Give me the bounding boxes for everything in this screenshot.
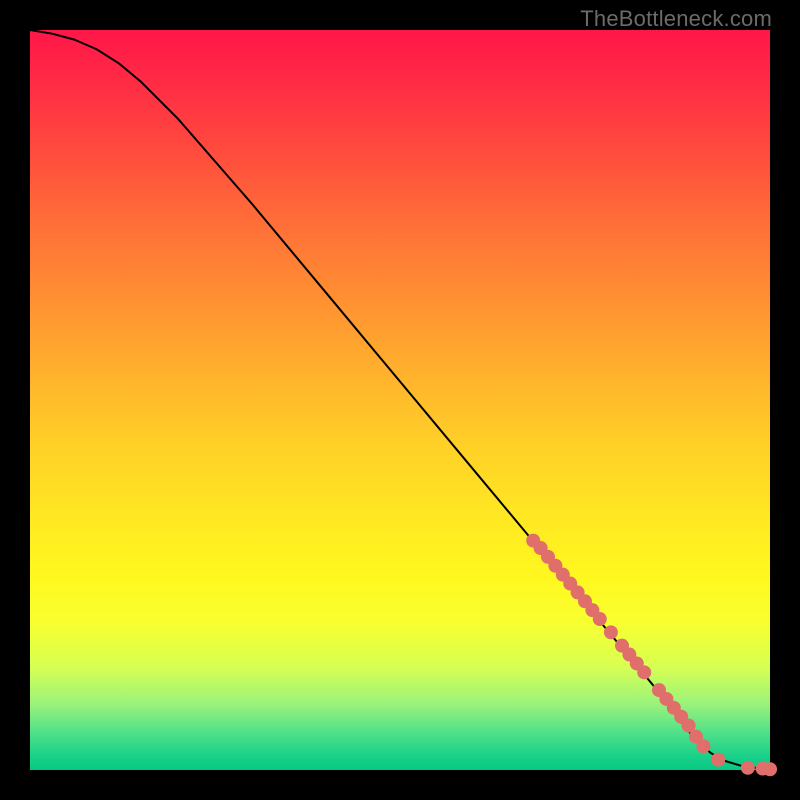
data-point: [711, 753, 725, 767]
data-point: [637, 665, 651, 679]
chart-frame: TheBottleneck.com: [0, 0, 800, 800]
chart-overlay: [30, 30, 770, 770]
data-point: [741, 761, 755, 775]
data-points: [526, 534, 777, 777]
data-point: [604, 625, 618, 639]
watermark-text: TheBottleneck.com: [580, 6, 772, 32]
bottleneck-curve: [30, 30, 770, 770]
data-point: [763, 762, 777, 776]
data-point: [696, 739, 710, 753]
data-point: [593, 612, 607, 626]
